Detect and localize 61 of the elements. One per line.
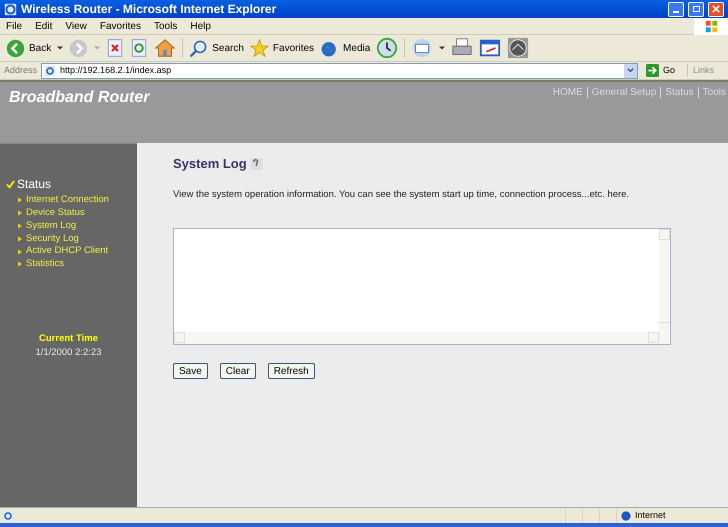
address-label: Address <box>4 64 38 77</box>
refresh-icon[interactable] <box>130 38 148 58</box>
page-title: System Log <box>173 155 247 173</box>
arrow-right-icon <box>646 64 659 77</box>
search-icon <box>189 38 208 58</box>
sidebar-link[interactable]: System Log <box>26 218 76 234</box>
sidebar-link[interactable]: Active DHCP Client <box>26 244 108 259</box>
menu-item[interactable]: Edit <box>35 18 52 34</box>
browser-icon <box>4 2 17 16</box>
vertical-scrollbar[interactable] <box>659 228 670 344</box>
menu-item[interactable]: Favorites <box>100 18 141 34</box>
address-field[interactable]: http://192.168.2.1/index.asp <box>41 62 638 78</box>
minimize-button[interactable] <box>668 2 684 16</box>
media-button[interactable]: Media <box>320 38 370 58</box>
bullet-icon <box>18 197 22 204</box>
chevron-down-icon <box>626 67 634 74</box>
close-button[interactable] <box>708 2 724 16</box>
check-icon <box>6 180 15 188</box>
zone-label: Internet <box>635 508 666 522</box>
sidebar-section[interactable]: Status <box>17 175 52 193</box>
dropdown-icon[interactable] <box>57 45 64 51</box>
windows-logo <box>704 20 718 32</box>
current-time: 1/1/2000 2:2:23 <box>35 346 102 360</box>
page-icon <box>2 510 14 522</box>
page-icon <box>44 64 56 76</box>
go-button[interactable]: Go <box>642 64 683 78</box>
menu-item[interactable]: Help <box>190 18 211 34</box>
bullet-icon <box>18 222 22 229</box>
sidebar-link[interactable]: Internet Connection <box>26 193 109 208</box>
url-text: http://192.168.2.1/index.asp <box>60 64 172 77</box>
history-icon[interactable] <box>376 37 398 59</box>
star-icon <box>250 38 269 58</box>
bullet-icon <box>18 210 22 216</box>
description-text: View the system operation information. You can see the system start up time, connection process...etc. here. <box>173 188 630 202</box>
stop-icon[interactable] <box>106 38 124 58</box>
dropdown-icon[interactable] <box>439 45 446 51</box>
menu-item[interactable]: Tools <box>154 18 178 34</box>
back-button[interactable]: Back <box>6 38 52 58</box>
bullet-icon <box>18 261 22 268</box>
home-icon[interactable] <box>154 37 176 59</box>
close-icon <box>712 5 720 13</box>
action-button[interactable]: Refresh <box>268 362 315 379</box>
window-title: Wireless Router - Microsoft Internet Explorer <box>21 1 278 18</box>
action-button[interactable]: Save <box>173 362 208 379</box>
brand-title: Broadband Router <box>8 88 150 108</box>
sidebar-link[interactable]: Device Status <box>26 206 85 220</box>
bullet-icon <box>18 236 22 242</box>
help-icon[interactable] <box>250 158 263 170</box>
action-button[interactable]: Clear <box>220 362 256 379</box>
sidebar-link[interactable]: Statistics <box>26 257 64 272</box>
restore-button[interactable] <box>688 2 704 16</box>
search-button[interactable]: Search <box>189 38 244 58</box>
sidebar-link[interactable]: Security Log <box>26 232 79 246</box>
time-label: Current Time <box>39 332 98 346</box>
horizontal-scrollbar[interactable] <box>174 332 659 344</box>
menu-item[interactable]: File <box>6 18 22 34</box>
favorites-button[interactable]: Favorites <box>250 38 314 58</box>
dropdown-button[interactable] <box>624 64 637 78</box>
edit-icon[interactable] <box>479 37 502 59</box>
menu-item[interactable]: View <box>65 18 87 34</box>
bullet-icon <box>18 248 22 255</box>
